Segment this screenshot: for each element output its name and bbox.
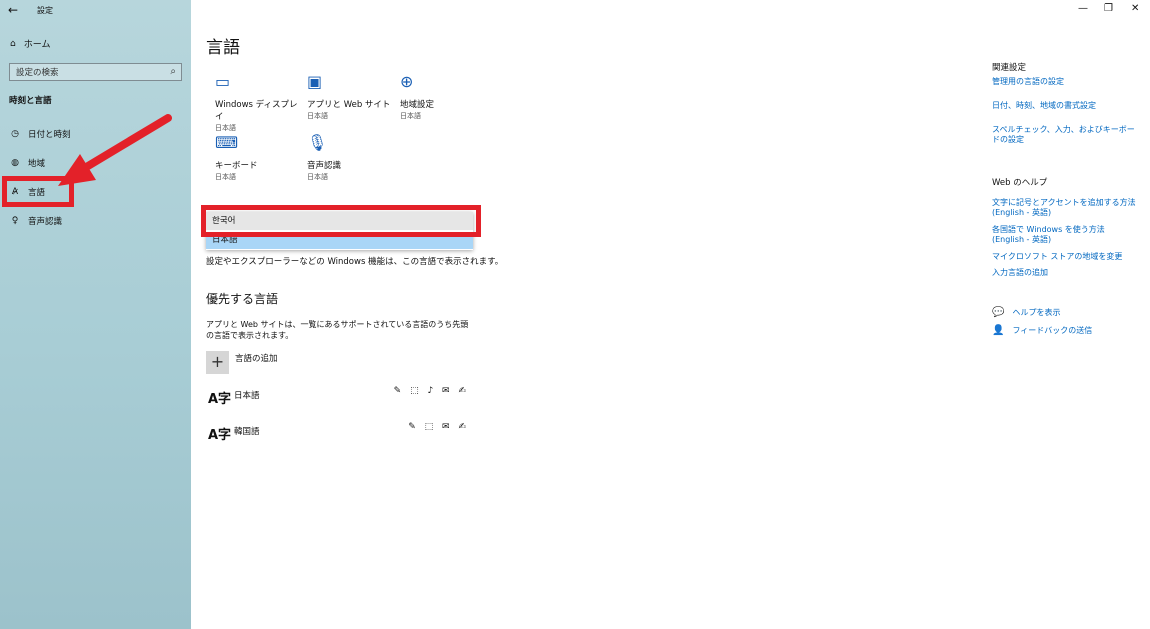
section-title: 時刻と言語 [9, 96, 52, 106]
help-link[interactable]: マイクロソフト ストアの地域を変更 [992, 252, 1137, 262]
page-title: 言語 [206, 38, 240, 58]
display-note: 設定やエクスプローラーなどの Windows 機能は、この言語で表示されます。 [206, 257, 504, 267]
language-icon: A字 [208, 392, 232, 407]
plus-icon: + [206, 351, 229, 374]
keyboard-icon: ⌨ [215, 133, 239, 152]
chat-help-icon: 💬 [992, 307, 1005, 318]
tile-sub: 日本語 [215, 173, 236, 181]
app-title: 設定 [37, 6, 53, 15]
preferred-languages-desc: アプリと Web サイトは、一覧にあるサポートされている言語のうち先頭の言語で表… [206, 320, 469, 340]
search-icon[interactable]: ⌕ [170, 66, 176, 77]
globe-settings-icon: ⊕ [400, 72, 414, 91]
search-input[interactable]: 設定の検索 ⌕ [9, 63, 182, 81]
close-icon[interactable]: ✕ [1131, 3, 1139, 14]
sidebar: ← 設定 ⌂ ホーム 設定の検索 ⌕ 時刻と言語 ◷ 日付と時刻 ◍ 地域 A̷… [0, 0, 191, 629]
related-settings-title: 関連設定 [992, 63, 1027, 73]
microphone-icon: ♀ [11, 216, 19, 226]
sidebar-item-label: 音声認識 [28, 217, 63, 227]
get-help-link[interactable]: 💬 ヘルプを表示 [992, 307, 1060, 318]
annotation-highlight-dropdown [201, 205, 481, 237]
related-link[interactable]: 日付、時刻、地域の書式設定 [992, 101, 1137, 111]
feedback-link[interactable]: 👤 フィードバックの送信 [992, 325, 1092, 336]
tile-windows-display[interactable]: ▭ Windows ディスプレイ 日本語 [215, 72, 305, 133]
tile-sub: 日本語 [400, 112, 421, 120]
monitor-icon: ▭ [215, 72, 231, 91]
nav-home-label: ホーム [23, 40, 51, 50]
related-link[interactable]: スペルチェック、入力、およびキーボードの設定 [992, 125, 1137, 145]
add-language-button[interactable]: + 言語の追加 [206, 351, 278, 374]
preferred-languages-title: 優先する言語 [206, 292, 279, 306]
feedback-icon: 👤 [992, 325, 1005, 336]
tile-sub: 日本語 [307, 173, 328, 181]
tile-name: キーボード [215, 161, 258, 171]
back-arrow-icon[interactable]: ← [8, 3, 18, 17]
tile-name: アプリと Web サイト [307, 100, 391, 110]
tile-sub: 日本語 [215, 124, 236, 132]
nav-home[interactable]: ⌂ ホーム [10, 37, 51, 51]
tile-sub: 日本語 [307, 112, 328, 120]
maximize-icon[interactable]: ❐ [1104, 3, 1113, 14]
language-icon: A字 [208, 428, 232, 443]
web-help-title: Web のヘルプ [992, 178, 1048, 188]
tile-apps-web[interactable]: ▣ アプリと Web サイト 日本語 [307, 72, 397, 121]
microphone-icon: 🎙 [307, 133, 328, 152]
language-row-korean[interactable]: A字 韓国語 ✎ ⬚ ✉ ✍ [206, 422, 471, 450]
tile-keyboard[interactable]: ⌨ キーボード 日本語 [215, 133, 305, 182]
language-name: 韓国語 [234, 427, 260, 437]
help-link[interactable]: 入力言語の追加 [992, 268, 1137, 278]
language-name: 日本語 [234, 391, 260, 401]
annotation-arrow [58, 114, 172, 186]
related-link[interactable]: 管理用の言語の設定 [992, 77, 1137, 87]
language-features-icon: ✎ ⬚ ✉ ✍ [408, 422, 469, 432]
tile-region-format[interactable]: ⊕ 地域設定 日本語 [400, 72, 490, 121]
language-features-icon: ✎ ⬚ ♪ ✉ ✍ [393, 386, 469, 396]
tile-name: 地域設定 [400, 100, 435, 110]
globe-icon: ◍ [11, 158, 19, 168]
home-icon: ⌂ [10, 38, 16, 49]
feedback-label: フィードバックの送信 [1012, 326, 1093, 335]
minimize-icon[interactable]: — [1078, 3, 1088, 14]
get-help-label: ヘルプを表示 [1012, 308, 1061, 317]
app-window-icon: ▣ [307, 72, 323, 91]
language-row-japanese[interactable]: A字 日本語 ✎ ⬚ ♪ ✉ ✍ [206, 386, 471, 414]
calendar-clock-icon: ◷ [11, 129, 19, 139]
search-placeholder: 設定の検索 [16, 68, 59, 78]
tile-speech[interactable]: 🎙 音声認識 日本語 [307, 133, 397, 182]
sidebar-item-speech[interactable]: ♀ 音声認識 [10, 215, 62, 227]
help-link[interactable]: 文字に記号とアクセントを追加する方法 (English - 英語) [992, 198, 1137, 218]
tile-name: 音声認識 [307, 161, 342, 171]
add-language-label: 言語の追加 [235, 354, 278, 364]
tile-name: Windows ディスプレイ [215, 100, 298, 122]
help-link[interactable]: 各国語で Windows を使う方法 (English - 英語) [992, 225, 1137, 245]
